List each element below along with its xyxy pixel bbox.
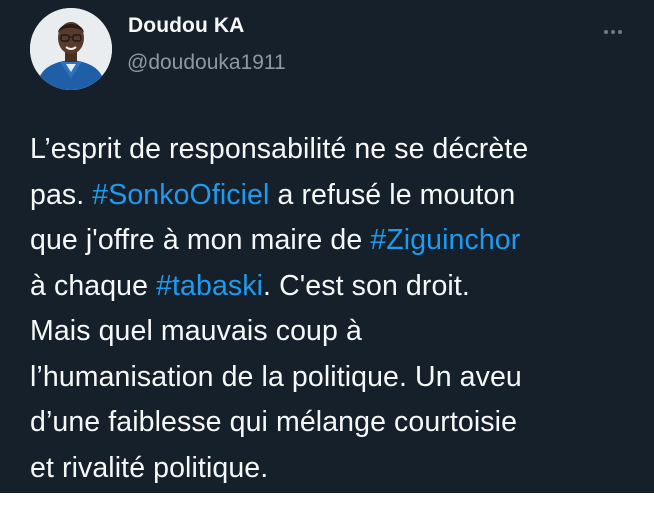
tweet-card: Doudou KA @doudouka1911 L’esprit de resp… (0, 0, 654, 493)
author-handle[interactable]: @doudouka1911 (127, 51, 286, 75)
tweet-text-segment: que j'offre à mon maire de (30, 224, 371, 256)
more-options-icon[interactable] (597, 22, 629, 42)
tweet-text-segment: l’humanisation de la politique. Un aveu (30, 360, 522, 393)
tweet-text-segment: à chaque (30, 269, 157, 302)
tweet-text-segment: Mais quel mauvais coup à (30, 315, 362, 347)
tweet-text-line: l’humanisation de la politique. Un aveu (30, 355, 646, 401)
tweet-text-line: Mais quel mauvais coup à (30, 309, 646, 355)
tweet-text-line: L’esprit de responsabilité ne se décrète (30, 127, 646, 173)
tweet-text-line: que j'offre à mon maire de #Ziguinchor (30, 218, 646, 264)
tweet-text-line: d’une faiblesse qui mélange courtoisie (30, 400, 646, 446)
avatar-image (30, 8, 112, 90)
tweet-text-segment: d’une faiblesse qui mélange courtoisie (30, 406, 518, 438)
tweet-text-segment: L’esprit de responsabilité ne se décrète (30, 133, 529, 165)
hashtag-link[interactable]: #SonkoOficiel (92, 179, 269, 211)
author-name[interactable]: Doudou KA (128, 14, 244, 38)
tweet-text-segment: . C'est son droit. (263, 269, 470, 302)
tweet-text-segment: a refusé le mouton (269, 178, 516, 211)
tweet-text: L’esprit de responsabilité ne se décrète… (30, 127, 646, 491)
tweet-text-segment: et rivalité politique. (30, 451, 269, 484)
more-dot (604, 30, 608, 34)
author-avatar[interactable] (30, 8, 112, 90)
hashtag-link[interactable]: #Ziguinchor (370, 224, 520, 256)
more-dot (618, 30, 622, 34)
tweet-text-line: et rivalité politique. (30, 446, 646, 492)
tweet-text-segment: pas. (30, 178, 93, 211)
hashtag-link[interactable]: #tabaski (156, 270, 263, 302)
more-dot (611, 30, 615, 34)
tweet-text-line: pas. #SonkoOficiel a refusé le mouton (30, 173, 646, 219)
tweet-text-line: à chaque #tabaski. C'est son droit. (30, 264, 646, 310)
